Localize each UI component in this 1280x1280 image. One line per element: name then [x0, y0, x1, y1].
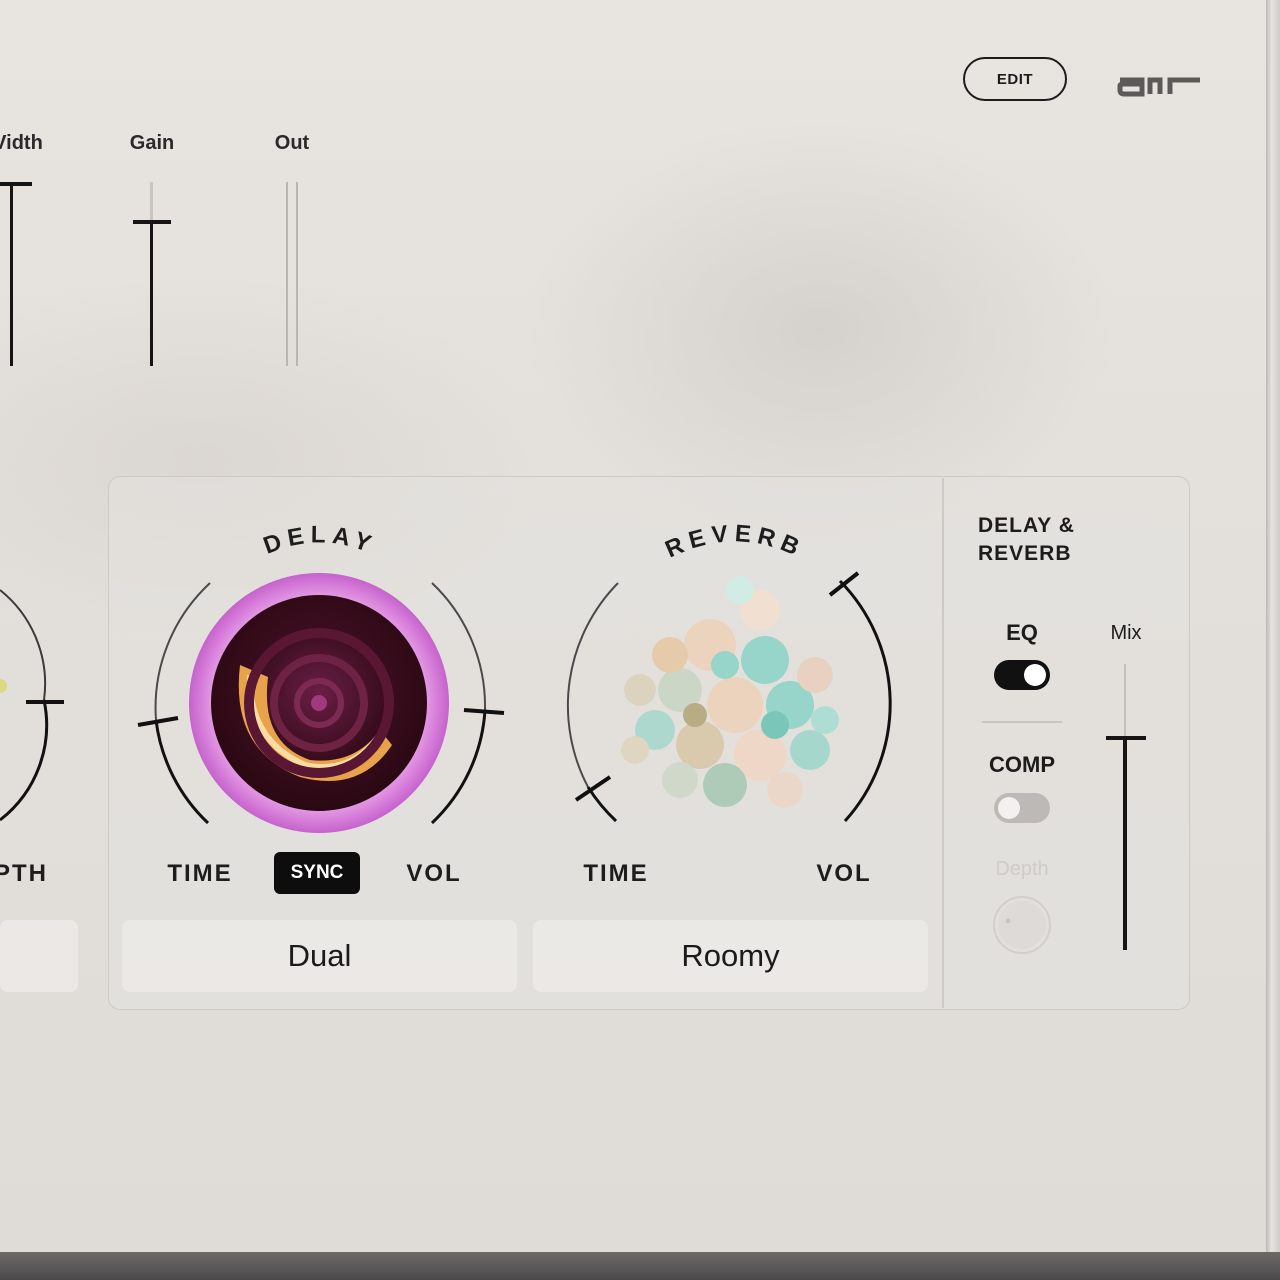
- side-title-line2: REVERB: [978, 542, 1072, 565]
- reverb-knob[interactable]: [560, 565, 910, 835]
- sync-button-label: SYNC: [290, 862, 344, 883]
- out-fader-track-left[interactable]: [286, 182, 288, 366]
- width-fader-track[interactable]: [10, 182, 13, 366]
- reverb-vol-label: VOL: [816, 860, 872, 887]
- eq-toggle-knob: [1024, 664, 1046, 686]
- delay-time-label: TIME: [167, 860, 233, 887]
- out-fader-label: Out: [274, 132, 310, 154]
- partial-preset-field[interactable]: [0, 920, 78, 992]
- delay-vol-label: VOL: [406, 860, 462, 887]
- side-separator: [982, 721, 1062, 723]
- width-fader-label: Vidth: [0, 132, 43, 154]
- delay-title-text: DELAY: [260, 521, 374, 559]
- window-right-edge: [1266, 0, 1280, 1252]
- gain-fader-track-fill[interactable]: [150, 222, 153, 366]
- air-logo: [1117, 77, 1200, 97]
- reverb-preset-label: Roomy: [681, 938, 780, 973]
- plugin-window: EDIT Vidth Gain Out PTH DELAY: [0, 0, 1266, 1252]
- partial-knob[interactable]: [0, 580, 80, 830]
- mix-fader-track-fill[interactable]: [1123, 738, 1127, 950]
- reverb-title-text: REVERB: [661, 520, 802, 563]
- mix-fader-track-upper[interactable]: [1124, 664, 1126, 738]
- svg-text:REVERB: REVERB: [661, 520, 808, 563]
- delay-knob[interactable]: [130, 565, 510, 845]
- mix-label: Mix: [1110, 622, 1142, 644]
- eq-label: EQ: [1006, 620, 1038, 645]
- depth-label: Depth: [995, 858, 1049, 880]
- mix-fader-handle[interactable]: [1106, 736, 1146, 740]
- out-fader-track-right[interactable]: [296, 182, 298, 366]
- delay-preset-selector[interactable]: Dual: [122, 920, 517, 992]
- comp-label: COMP: [989, 752, 1055, 777]
- partial-knob-label: PTH: [0, 860, 48, 887]
- gain-fader-label: Gain: [129, 132, 175, 154]
- eq-toggle[interactable]: [994, 660, 1050, 690]
- delay-preset-label: Dual: [287, 938, 352, 973]
- edit-button[interactable]: EDIT: [963, 57, 1067, 101]
- reverb-preset-selector[interactable]: Roomy: [533, 920, 928, 992]
- depth-knob[interactable]: [990, 893, 1054, 957]
- reverb-time-label: TIME: [583, 860, 649, 887]
- side-title-line1: DELAY &: [978, 514, 1075, 537]
- comp-toggle-knob: [998, 797, 1020, 819]
- side-title: DELAY & REVERB: [978, 512, 1075, 568]
- width-fader-handle[interactable]: [0, 182, 32, 186]
- gain-fader-handle[interactable]: [133, 220, 171, 224]
- svg-text:DELAY: DELAY: [260, 521, 380, 559]
- sync-button[interactable]: SYNC: [274, 852, 360, 894]
- panel-divider: [942, 478, 944, 1008]
- host-bottom-bar: [0, 1252, 1280, 1280]
- edit-button-label: EDIT: [996, 70, 1034, 88]
- comp-toggle[interactable]: [994, 793, 1050, 823]
